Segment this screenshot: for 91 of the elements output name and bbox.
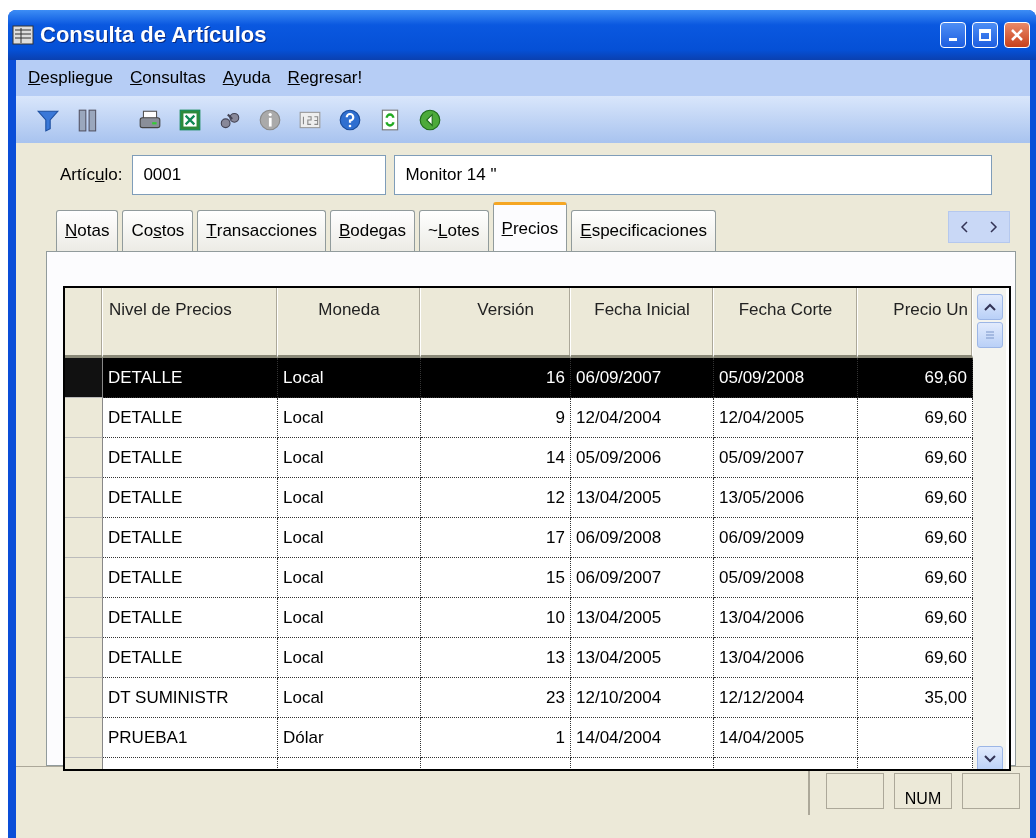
table-cell: Local: [278, 478, 421, 518]
table-cell: 05/09/2008: [714, 558, 858, 598]
status-panel: [962, 773, 1020, 809]
menu-item[interactable]: Regresar!: [283, 66, 372, 90]
table-cell: Local: [278, 558, 421, 598]
table-cell: Local: [278, 398, 421, 438]
close-button[interactable]: [1004, 22, 1030, 48]
table-cell: DETALLE: [103, 598, 278, 638]
status-panel: NUM: [894, 773, 952, 809]
article-code-field[interactable]: 0001: [132, 155, 387, 195]
info-icon[interactable]: [258, 107, 282, 132]
table-cell: DETALLE: [103, 478, 278, 518]
tab[interactable]: Bodegas: [329, 210, 416, 251]
table-cell: 06/09/2009: [714, 518, 858, 558]
table-cell: 13/04/2005: [571, 598, 714, 638]
table-cell: 12/10/2004: [571, 678, 714, 718]
table-cell: 16: [421, 358, 571, 398]
table-cell: DETALLE: [103, 438, 278, 478]
table-cell: 06/09/2008: [571, 518, 714, 558]
tab[interactable]: Precios: [492, 202, 568, 251]
scrollbar[interactable]: [973, 288, 1006, 769]
table-cell: 13/04/2006: [714, 638, 858, 678]
table-cell: 13/05/2006: [714, 478, 858, 518]
table-cell: DETALLE: [103, 558, 278, 598]
table-cell: 13/04/2006: [714, 598, 858, 638]
column-header[interactable]: Nivel de Precios: [103, 288, 278, 358]
column-header[interactable]: Fecha Corte: [714, 288, 858, 358]
row-header[interactable]: [65, 358, 103, 398]
tab-scroll-buttons[interactable]: [948, 211, 1010, 243]
window-title: Consulta de Artículos: [40, 22, 268, 48]
table-cell: Local: [278, 678, 421, 718]
column-header[interactable]: Moneda: [278, 288, 421, 358]
tab[interactable]: Especificaciones: [571, 210, 716, 251]
table-cell: DETALLE: [103, 518, 278, 558]
table-cell: 10: [421, 598, 571, 638]
article-description-field[interactable]: Monitor 14 ": [394, 155, 993, 195]
scroll-up-icon[interactable]: [983, 303, 996, 311]
tab[interactable]: ~Lotes: [419, 210, 489, 251]
maximize-button[interactable]: [972, 22, 998, 48]
menu-item[interactable]: Despliegue: [24, 66, 123, 90]
table-cell: 69,60: [858, 358, 973, 398]
table-cell: 05/09/2008: [714, 358, 858, 398]
status-panel: [826, 773, 884, 809]
tab[interactable]: Transacciones: [197, 210, 326, 251]
minimize-icon: [949, 37, 957, 41]
table-cell: 13/04/2005: [571, 638, 714, 678]
column-header[interactable]: Versión: [421, 288, 571, 358]
menu-item[interactable]: Ayuda: [218, 66, 280, 90]
table-cell: 12/12/2004: [714, 678, 858, 718]
table-cell: 15: [421, 558, 571, 598]
column-header[interactable]: Fecha Inicial: [571, 288, 714, 358]
table-cell: 1: [421, 718, 571, 758]
table-cell: 12: [421, 478, 571, 518]
table-cell: Local: [278, 358, 421, 398]
spreadsheet-icon[interactable]: [178, 107, 202, 132]
maximize-icon: [978, 28, 992, 42]
tab[interactable]: Notas: [56, 210, 119, 251]
column-header[interactable]: Precio Un: [858, 288, 973, 358]
help-icon[interactable]: [338, 107, 362, 132]
tab[interactable]: Costos: [122, 210, 194, 251]
table-cell: 05/09/2006: [571, 438, 714, 478]
table-cell: DETALLE: [103, 398, 278, 438]
minimize-button[interactable]: [940, 22, 966, 48]
table-cell: Local: [278, 598, 421, 638]
table-cell: 06/09/2007: [571, 358, 714, 398]
table-cell: DT SUMINISTR: [103, 678, 278, 718]
table-cell: 14: [421, 438, 571, 478]
close-icon: [1010, 28, 1024, 42]
window-icon: [12, 25, 34, 45]
scroll-down-icon[interactable]: [983, 755, 996, 763]
table-cell: 13/04/2005: [571, 478, 714, 518]
table-cell: Dólar: [278, 718, 421, 758]
table-cell: 14/04/2004: [571, 718, 714, 758]
table-cell: 13: [421, 638, 571, 678]
table-cell: DETALLE: [103, 358, 278, 398]
scroll-thumb-grip-icon[interactable]: [984, 330, 995, 340]
table-cell: 06/09/2007: [571, 558, 714, 598]
menu-item[interactable]: Consultas: [126, 66, 215, 90]
table-cell: DETALLE: [103, 638, 278, 678]
table-cell: 12/04/2004: [571, 398, 714, 438]
table-cell: 9: [421, 398, 571, 438]
table-cell: Local: [278, 438, 421, 478]
table-cell: 05/09/2007: [714, 438, 858, 478]
table-cell: Local: [278, 638, 421, 678]
table-cell: 23: [421, 678, 571, 718]
table-cell: 14/04/2005: [714, 718, 858, 758]
table-cell: 17: [421, 518, 571, 558]
table-cell: 12/04/2005: [714, 398, 858, 438]
table-cell: Local: [278, 518, 421, 558]
field-label: Artículo:: [59, 165, 123, 185]
table-cell: PRUEBA1: [103, 718, 278, 758]
